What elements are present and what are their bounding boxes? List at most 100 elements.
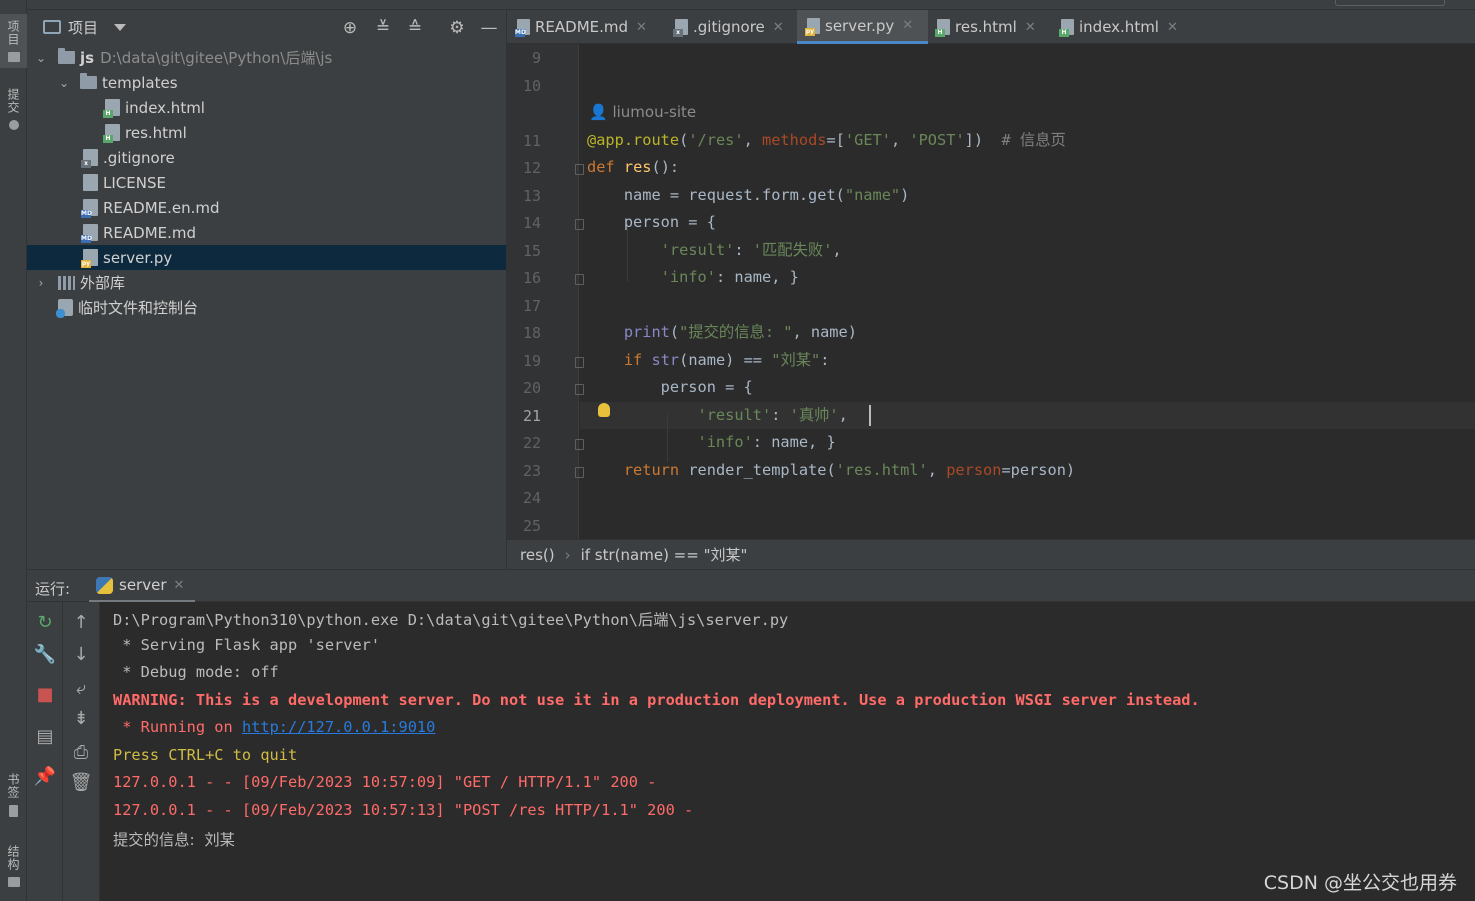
print-icon[interactable]: ⎙ [63,742,99,763]
console-warning-line: WARNING: This is a development server. D… [113,691,1200,709]
code-line-12: def res(): [587,158,680,176]
tree-item-gitignore[interactable]: x .gitignore [27,145,506,170]
project-panel-header: 项目 ⊕ ≚ ≙ ⚙ — [27,10,507,44]
minimize-icon[interactable]: — [479,18,499,38]
code-line-13: name = request.form.get("name") [587,186,910,204]
tree-item-external-libraries[interactable]: › 外部库 [27,270,506,295]
run-tab-label: server [119,576,167,594]
fold-marker[interactable] [575,439,584,450]
collapse-all-icon[interactable]: ≙ [405,18,425,38]
line-number: 19 [522,352,541,370]
project-panel-title: 项目 [68,18,99,37]
line-number: 22 [522,434,541,452]
tab-gitignore[interactable]: x .gitignore ✕ [665,10,796,44]
fold-marker[interactable] [575,384,584,395]
close-icon[interactable]: ✕ [1025,20,1036,35]
tree-item-server-py[interactable]: py server.py [27,245,506,270]
tab-label: res.html [955,18,1017,36]
wrench-icon[interactable]: 🔧 [27,644,63,665]
tree-item-label: server.py [103,248,173,267]
arrow-up-icon[interactable]: ↑ [63,612,99,633]
code-line-23: return render_template('res.html', perso… [623,461,1076,479]
fold-marker[interactable] [575,467,584,478]
code-editor[interactable]: 9 10 11 12 13 14 15 16 17 18 19 20 21 22… [507,44,1475,539]
html-file-icon: H [103,124,120,143]
gear-icon[interactable]: ⚙ [447,18,467,38]
console-line-running: * Running on http://127.0.0.1:9010 [113,718,435,736]
tab-readme-md[interactable]: MD README.md ✕ [507,10,662,44]
python-icon [96,576,113,594]
close-icon[interactable]: ✕ [773,20,784,35]
tree-item-label: 外部库 [80,274,126,292]
scroll-to-end-icon[interactable]: ⇟ [63,708,99,729]
tree-item-scratches[interactable]: 临时文件和控制台 [27,295,506,320]
tab-label: README.md [535,18,629,36]
lightbulb-icon[interactable] [598,403,610,417]
breadcrumb-function[interactable]: res() [520,546,555,564]
pin-icon[interactable]: 📌 [27,766,63,787]
tool-tab-structure[interactable]: 结构 [0,845,27,887]
user-icon: 👤 [589,103,608,121]
line-number: 16 [522,269,541,287]
editor-tab-bar: MD README.md ✕ x .gitignore ✕ py server.… [507,10,1475,44]
close-icon[interactable]: ✕ [1167,20,1178,35]
top-bar-button[interactable] [1335,0,1445,6]
arrow-down-icon[interactable]: ↓ [63,644,99,665]
line-number: 17 [522,297,541,315]
tree-item-readme[interactable]: MD README.md [27,220,506,245]
python-file-icon: py [805,17,820,36]
soft-wrap-icon[interactable]: ⤶ [63,678,99,699]
tree-item-path: D:\data\git\gitee\Python\后端\js [100,49,333,67]
line-number: 13 [522,187,541,205]
folder-icon [80,73,97,89]
fold-marker[interactable] [575,357,584,368]
tree-item-label: LICENSE [103,173,166,192]
text-cursor [869,405,871,426]
chevron-right-icon[interactable]: › [36,276,46,290]
markdown-file-icon: MD [81,199,98,218]
close-icon[interactable]: ✕ [636,20,647,35]
code-line-14: person = { [587,213,716,231]
tool-tab-structure-label: 结构 [6,845,20,871]
tree-item-license[interactable]: LICENSE [27,170,506,195]
tool-tab-commit[interactable]: 提交 [0,88,27,130]
author-name: liumou-site [612,103,697,121]
tool-tab-bookmarks[interactable]: 书签 [0,773,27,817]
fold-marker[interactable] [575,219,584,230]
chevron-down-icon[interactable]: ⌄ [36,51,46,65]
author-hint: 👤 liumou-site [589,103,696,121]
close-icon[interactable]: ✕ [902,18,913,33]
tool-tab-commit-label: 提交 [6,88,20,114]
locate-icon[interactable]: ⊕ [340,18,360,38]
line-number: 9 [531,49,541,67]
tool-tab-project-label: 项目 [6,20,20,46]
tree-item-templates[interactable]: ⌄ templates [27,70,506,95]
run-tab-server[interactable]: server ✕ [89,570,195,603]
tree-item-label: templates [102,73,178,92]
tree-item-res-html[interactable]: H res.html [27,120,506,145]
tree-item-readme-en[interactable]: MD README.en.md [27,195,506,220]
expand-all-icon[interactable]: ≚ [373,18,393,38]
tree-item-js[interactable]: ⌄ js D:\data\git\gitee\Python\后端\js [27,45,506,70]
tool-tab-project[interactable]: 项目 [0,14,27,68]
structure-icon [7,877,20,887]
tab-server-py[interactable]: py server.py ✕ [797,10,928,44]
trash-icon[interactable]: 🗑 [63,772,99,793]
server-url-link[interactable]: http://127.0.0.1:9010 [242,718,435,736]
fold-marker[interactable] [575,274,584,285]
tree-item-index-html[interactable]: H index.html [27,95,506,120]
code-line-15: 'result': '匹配失败', [660,241,842,259]
layout-icon[interactable]: ▤ [27,726,63,747]
run-console[interactable]: D:\Program\Python310\python.exe D:\data\… [100,602,1475,901]
tab-index-html[interactable]: H index.html ✕ [1051,10,1186,44]
folder-icon [58,48,75,64]
rerun-icon[interactable]: ↻ [27,612,63,633]
stop-icon[interactable]: ■ [27,684,63,705]
chevron-down-icon[interactable] [114,23,127,31]
fold-marker[interactable] [575,164,584,175]
chevron-down-icon[interactable]: ⌄ [59,76,69,90]
tab-res-html[interactable]: H res.html ✕ [927,10,1051,44]
close-icon[interactable]: ✕ [173,578,184,593]
breadcrumb-condition[interactable]: if str(name) == "刘某" [581,544,748,565]
gitignore-file-icon: x [673,19,688,37]
